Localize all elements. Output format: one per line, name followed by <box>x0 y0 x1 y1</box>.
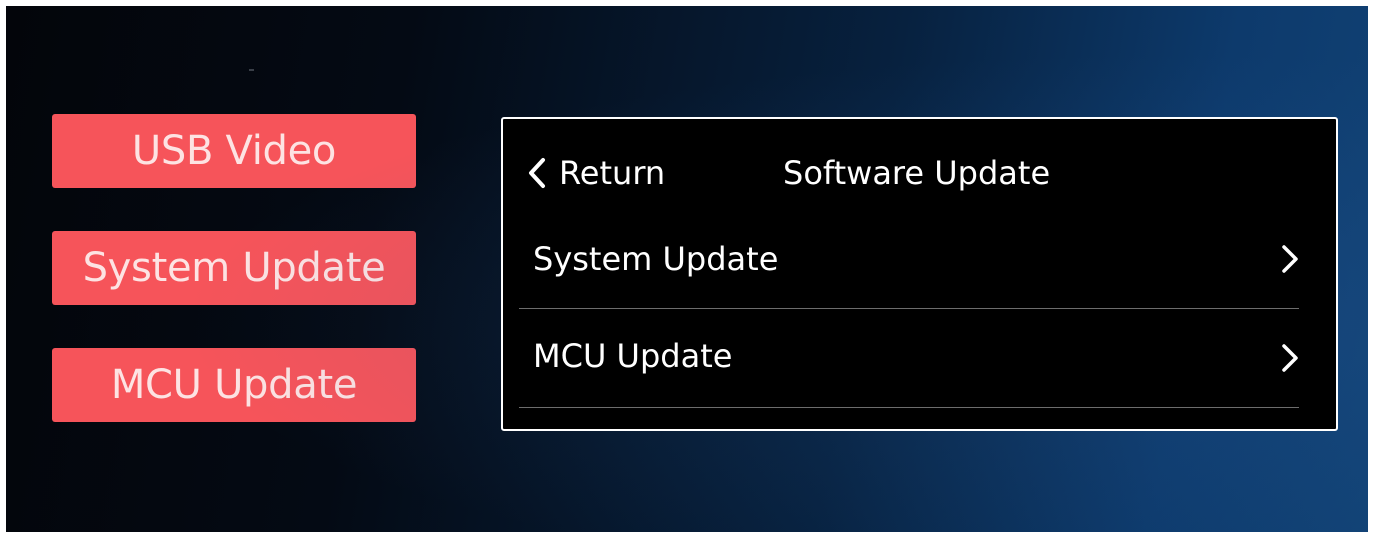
menu-item-system-update[interactable]: System Update <box>519 217 1299 309</box>
usb-video-button[interactable]: USB Video <box>52 114 416 188</box>
return-label: Return <box>559 154 666 192</box>
screen-background: USB Video System Update MCU Update Retur… <box>6 6 1368 532</box>
chevron-left-icon <box>529 158 545 188</box>
menu-item-label: System Update <box>533 240 779 278</box>
panel-header: Return Software Update <box>503 119 1336 231</box>
chevron-right-icon <box>1282 344 1298 372</box>
menu-item-mcu-update[interactable]: MCU Update <box>519 312 1299 408</box>
mcu-update-button[interactable]: MCU Update <box>52 348 416 422</box>
software-update-panel: Return Software Update System Update MCU… <box>501 117 1338 431</box>
chevron-right-icon <box>1282 245 1298 273</box>
system-update-button[interactable]: System Update <box>52 231 416 305</box>
panel-title: Software Update <box>783 154 1051 192</box>
background-speck <box>249 69 254 71</box>
menu-item-label: MCU Update <box>533 337 733 375</box>
return-button[interactable]: Return <box>527 153 665 193</box>
